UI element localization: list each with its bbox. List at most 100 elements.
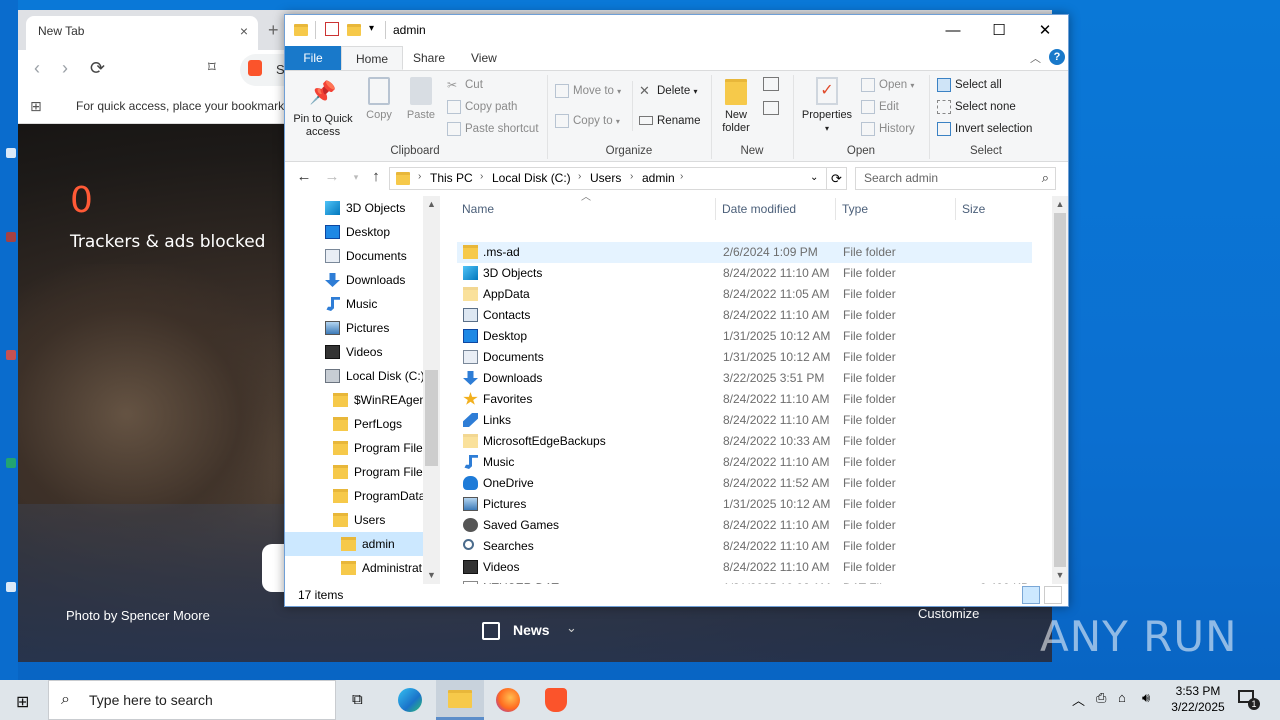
nav-item[interactable]: Program Files: [285, 436, 429, 460]
nav-item[interactable]: Administrat: [285, 556, 423, 580]
clock[interactable]: 3:53 PM 3/22/2025: [1162, 683, 1234, 715]
file-row[interactable]: .ms-ad 2/6/2024 1:09 PM File folder: [457, 242, 1032, 263]
device-icon[interactable]: ⎙: [1096, 690, 1106, 720]
delete-button[interactable]: ✕ Delete ▾: [637, 81, 697, 101]
properties-icon[interactable]: [325, 22, 339, 36]
column-divider[interactable]: [835, 198, 836, 220]
new-tab-button[interactable]: +: [268, 20, 279, 41]
file-list-scrollbar[interactable]: ▲ ▼: [1052, 196, 1068, 584]
nav-item[interactable]: Users: [285, 508, 423, 532]
file-row[interactable]: Documents 1/31/2025 10:12 AM File folder: [457, 347, 1032, 368]
nav-item[interactable]: Music: [285, 292, 423, 316]
nav-item[interactable]: Downloads: [285, 268, 423, 292]
nav-item[interactable]: Documents: [285, 244, 423, 268]
nav-pane-scrollbar[interactable]: ▲ ▼: [423, 196, 440, 584]
move-to-button[interactable]: Move to ▾: [553, 81, 621, 101]
nav-item[interactable]: Local Disk (C:): [285, 364, 425, 388]
copy-path-button[interactable]: Copy path: [445, 97, 517, 117]
column-header-type[interactable]: Type: [837, 196, 955, 222]
up-arrow-icon[interactable]: ↑: [365, 168, 387, 185]
nav-item[interactable]: Pictures: [285, 316, 423, 340]
search-icon[interactable]: ⌕: [1042, 170, 1049, 186]
new-item-icon[interactable]: [763, 77, 779, 91]
select-none-button[interactable]: Select none: [935, 97, 1016, 117]
search-input[interactable]: Search admin ⌕: [855, 167, 1056, 190]
edge-taskbar-button[interactable]: [386, 680, 434, 720]
nav-item[interactable]: $WinREAgent: [285, 388, 429, 412]
properties-button[interactable]: ✓ Properties ▾: [797, 77, 857, 135]
breadcrumb-this-pc[interactable]: This PC: [430, 171, 473, 185]
file-row[interactable]: OneDrive 8/24/2022 11:52 AM File folder: [457, 473, 1032, 494]
breadcrumb-separator[interactable]: ›: [480, 171, 483, 182]
select-all-button[interactable]: Select all: [935, 75, 1002, 95]
file-row[interactable]: Desktop 1/31/2025 10:12 AM File folder: [457, 326, 1032, 347]
details-view-icon[interactable]: [1022, 586, 1040, 604]
paste-button[interactable]: Paste: [401, 77, 441, 122]
browser-tab[interactable]: New Tab ×: [26, 16, 258, 50]
column-header-size[interactable]: Size: [957, 196, 1032, 222]
nav-item[interactable]: ProgramData: [285, 484, 425, 508]
file-row[interactable]: Music 8/24/2022 11:10 AM File folder: [457, 452, 1032, 473]
file-row[interactable]: Downloads 3/22/2025 3:51 PM File folder: [457, 368, 1032, 389]
task-view-button[interactable]: ⧉: [336, 680, 384, 720]
customize-button[interactable]: Customize: [918, 606, 979, 621]
scroll-down-icon[interactable]: ▼: [423, 567, 440, 584]
desktop-shortcut-icon[interactable]: [6, 582, 16, 592]
close-tab-icon[interactable]: ×: [240, 23, 248, 39]
photo-credit[interactable]: Photo by Spencer Moore: [66, 608, 210, 623]
tab-view[interactable]: View: [457, 46, 511, 70]
scroll-up-icon[interactable]: ▲: [1052, 196, 1068, 213]
scroll-thumb[interactable]: [1054, 213, 1066, 567]
scroll-up-icon[interactable]: ▲: [423, 196, 440, 213]
history-button[interactable]: History: [859, 119, 915, 139]
news-button[interactable]: News: [513, 622, 550, 638]
column-header-name[interactable]: Name: [457, 196, 715, 222]
column-divider[interactable]: [955, 198, 956, 220]
nav-item[interactable]: Videos: [285, 340, 423, 364]
large-icons-view-icon[interactable]: [1044, 586, 1062, 604]
rename-button[interactable]: Rename: [637, 111, 700, 131]
file-row[interactable]: Links 8/24/2022 11:10 AM File folder: [457, 410, 1032, 431]
nav-item[interactable]: admin: [285, 532, 423, 556]
scroll-thumb[interactable]: [425, 370, 438, 466]
explorer-taskbar-button[interactable]: [436, 680, 484, 720]
breadcrumb-admin[interactable]: admin: [642, 171, 675, 185]
edit-button[interactable]: Edit: [859, 97, 899, 117]
file-row[interactable]: MicrosoftEdgeBackups 8/24/2022 10:33 AM Fi…: [457, 431, 1032, 452]
desktop-shortcut-icon[interactable]: [6, 148, 16, 158]
file-row[interactable]: Contacts 8/24/2022 11:10 AM File folder: [457, 305, 1032, 326]
column-divider[interactable]: [715, 198, 716, 220]
address-bar[interactable]: › This PC › Local Disk (C:) › Users › ad…: [389, 167, 827, 190]
desktop-shortcut-icon[interactable]: [6, 350, 16, 360]
customize-quick-access-icon[interactable]: ▾: [369, 23, 374, 34]
new-folder-icon[interactable]: [347, 24, 361, 36]
apps-grid-icon[interactable]: ⊞: [30, 98, 42, 115]
pin-quick-access-button[interactable]: 📌 Pin to Quick access: [289, 77, 357, 139]
notifications-button[interactable]: 1: [1236, 688, 1260, 710]
file-row[interactable]: Favorites 8/24/2022 11:10 AM File folder: [457, 389, 1032, 410]
reload-icon[interactable]: ⟳: [90, 58, 105, 79]
brave-taskbar-button[interactable]: [532, 680, 580, 720]
file-row[interactable]: AppData 8/24/2022 11:05 AM File folder: [457, 284, 1032, 305]
recent-locations-icon[interactable]: ▾: [345, 172, 367, 183]
help-button[interactable]: ?: [1049, 49, 1065, 65]
file-row[interactable]: Searches 8/24/2022 11:10 AM File folder: [457, 536, 1032, 557]
invert-selection-button[interactable]: Invert selection: [935, 119, 1032, 139]
breadcrumb-local-disk[interactable]: Local Disk (C:): [492, 171, 571, 185]
back-arrow-icon[interactable]: ‹: [34, 58, 40, 79]
easy-access-icon[interactable]: [763, 101, 779, 115]
taskbar-search-input[interactable]: ⌕ Type here to search: [48, 680, 336, 720]
desktop-shortcut-icon[interactable]: [6, 458, 16, 468]
nav-item[interactable]: Program Files: [285, 460, 429, 484]
open-button[interactable]: Open ▾: [859, 75, 914, 95]
volume-icon[interactable]: 🔊︎: [1142, 690, 1150, 720]
breadcrumb-separator[interactable]: ›: [630, 171, 633, 182]
tab-home[interactable]: Home: [341, 46, 404, 70]
breadcrumb-users[interactable]: Users: [590, 171, 621, 185]
tab-share[interactable]: Share: [399, 46, 459, 70]
cut-button[interactable]: ✂ Cut: [445, 75, 483, 95]
desktop-shortcut-icon[interactable]: [6, 232, 16, 242]
paste-shortcut-button[interactable]: Paste shortcut: [445, 119, 539, 139]
collapse-ribbon-icon[interactable]: ︿: [1030, 50, 1041, 66]
minimize-button[interactable]: —: [930, 15, 976, 46]
